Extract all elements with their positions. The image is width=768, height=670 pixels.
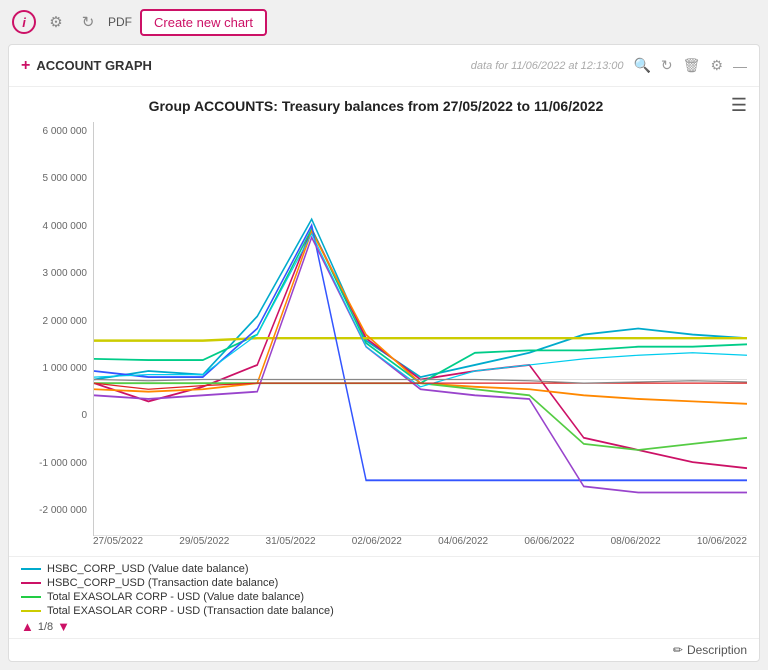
legend-item: HSBC_CORP_USD (Value date balance) [21,563,747,575]
y-axis: 6 000 000 5 000 000 4 000 000 3 000 000 … [21,122,93,536]
panel-settings-icon[interactable]: ⚙ [710,57,723,74]
legend-color-4 [21,610,41,612]
legend-color-3 [21,596,41,598]
x-axis: 27/05/2022 29/05/2022 31/05/2022 02/06/2… [21,536,747,556]
legend-label-2: HSBC_CORP_USD (Transaction date balance) [47,577,278,589]
pencil-icon: ✏ [673,643,683,657]
legend-next-button[interactable]: ▼ [57,619,70,634]
legend-label-1: HSBC_CORP_USD (Value date balance) [47,563,249,575]
chart-svg [94,122,747,535]
legend-label-4: Total EXASOLAR CORP - USD (Transaction d… [47,605,334,617]
refresh-icon[interactable]: ↻ [76,10,100,34]
legend-nav: ▲ 1/8 ▼ [21,619,747,634]
chart-area: Group ACCOUNTS: Treasury balances from 2… [9,87,759,556]
legend-page: 1/8 [38,621,53,633]
main-panel: + ACCOUNT GRAPH data for 11/06/2022 at 1… [8,44,760,662]
description-bar: ✏ Description [9,638,759,661]
legend-area: HSBC_CORP_USD (Value date balance) HSBC_… [9,556,759,638]
chart-drawing-area [93,122,747,536]
legend-label-3: Total EXASOLAR CORP - USD (Value date ba… [47,591,304,603]
legend-item: Total EXASOLAR CORP - USD (Value date ba… [21,591,747,603]
chart-container: 6 000 000 5 000 000 4 000 000 3 000 000 … [21,122,747,536]
panel-title: ACCOUNT GRAPH [36,58,152,73]
info-icon[interactable]: i [12,10,36,34]
reload-icon[interactable]: ↻ [661,57,673,74]
delete-icon[interactable]: 🗑 [683,57,701,74]
description-label: Description [687,643,747,657]
settings-icon[interactable]: ⚙ [44,10,68,34]
data-info-text: data for 11/06/2022 at 12:13:00 [471,60,624,72]
minimize-icon[interactable]: — [733,58,747,74]
legend-item: HSBC_CORP_USD (Transaction date balance) [21,577,747,589]
legend-color-1 [21,568,41,570]
pdf-label[interactable]: PDF [108,10,132,34]
description-link[interactable]: ✏ Description [673,643,747,657]
chart-title: Group ACCOUNTS: Treasury balances from 2… [21,98,731,114]
toolbar: i ⚙ ↻ PDF Create new chart [0,0,768,44]
create-chart-button[interactable]: Create new chart [140,9,267,36]
legend-prev-button[interactable]: ▲ [21,619,34,634]
legend-color-2 [21,582,41,584]
panel-header: + ACCOUNT GRAPH data for 11/06/2022 at 1… [9,45,759,87]
search-icon[interactable]: 🔍 [633,57,650,74]
legend-item: Total EXASOLAR CORP - USD (Transaction d… [21,605,747,617]
grid-line [94,535,747,536]
chart-menu-icon[interactable]: ☰ [731,95,747,116]
expand-icon[interactable]: + [21,57,30,75]
